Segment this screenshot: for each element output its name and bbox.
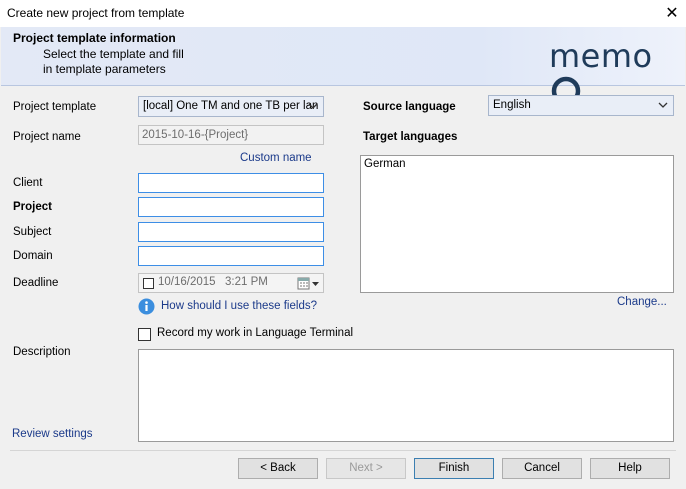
review-settings-link[interactable]: Review settings xyxy=(12,428,93,440)
finish-button[interactable]: Finish xyxy=(414,458,494,479)
window-title: Create new project from template xyxy=(7,6,185,20)
footer-separator xyxy=(10,450,676,451)
domain-label: Domain xyxy=(13,250,53,262)
deadline-picker[interactable]: 10/16/2015 3:21 PM xyxy=(138,273,324,293)
chevron-down-icon xyxy=(658,96,668,115)
cancel-button[interactable]: Cancel xyxy=(502,458,582,479)
info-icon xyxy=(138,298,155,318)
back-button[interactable]: < Back xyxy=(238,458,318,479)
description-label: Description xyxy=(13,346,71,358)
target-languages-list[interactable]: German xyxy=(360,155,674,293)
subject-label: Subject xyxy=(13,226,52,238)
project-input[interactable] xyxy=(138,197,324,217)
help-fields-link[interactable]: How should I use these fields? xyxy=(161,300,317,312)
header-subtitle: Select the template and fill in template… xyxy=(43,47,184,77)
header-subtitle-line2: in template parameters xyxy=(43,62,166,76)
next-button[interactable]: Next > xyxy=(326,458,406,479)
project-name-label: Project name xyxy=(13,131,81,143)
header-subtitle-line1: Select the template and fill xyxy=(43,47,184,61)
project-template-select[interactable]: [local] One TM and one TB per lan xyxy=(138,96,324,117)
target-languages-label: Target languages xyxy=(363,131,458,143)
deadline-checkbox[interactable] xyxy=(143,278,154,289)
record-checkbox[interactable] xyxy=(138,328,151,341)
chevron-down-icon xyxy=(308,97,318,116)
deadline-time: 3:21 PM xyxy=(225,276,268,288)
description-textarea[interactable] xyxy=(138,349,674,442)
deadline-date: 10/16/2015 xyxy=(158,276,216,288)
source-language-select[interactable]: English xyxy=(488,95,674,116)
project-label: Project xyxy=(13,201,52,213)
close-icon[interactable]: ✕ xyxy=(658,0,686,27)
logo-text: memo xyxy=(549,37,653,75)
source-language-value: English xyxy=(493,99,531,111)
list-item[interactable]: German xyxy=(364,158,406,170)
header-title: Project template information xyxy=(13,31,176,45)
source-language-label: Source language xyxy=(363,101,456,113)
calendar-icon[interactable] xyxy=(297,277,321,293)
client-label: Client xyxy=(13,177,43,189)
client-input[interactable] xyxy=(138,173,324,193)
wizard-header: Project template information Select the … xyxy=(1,27,685,113)
domain-input[interactable] xyxy=(138,246,324,266)
project-name-field: 2015-10-16-{Project} xyxy=(138,125,324,145)
help-button[interactable]: Help xyxy=(590,458,670,479)
custom-name-link[interactable]: Custom name xyxy=(240,152,312,164)
record-checkbox-label[interactable]: Record my work in Language Terminal xyxy=(157,327,353,339)
change-languages-link[interactable]: Change... xyxy=(617,296,667,308)
project-template-label: Project template xyxy=(13,101,97,113)
deadline-label: Deadline xyxy=(13,277,59,289)
project-template-value: [local] One TM and one TB per lan xyxy=(143,100,319,112)
title-bar: Create new project from template ✕ xyxy=(0,0,686,27)
subject-input[interactable] xyxy=(138,222,324,242)
